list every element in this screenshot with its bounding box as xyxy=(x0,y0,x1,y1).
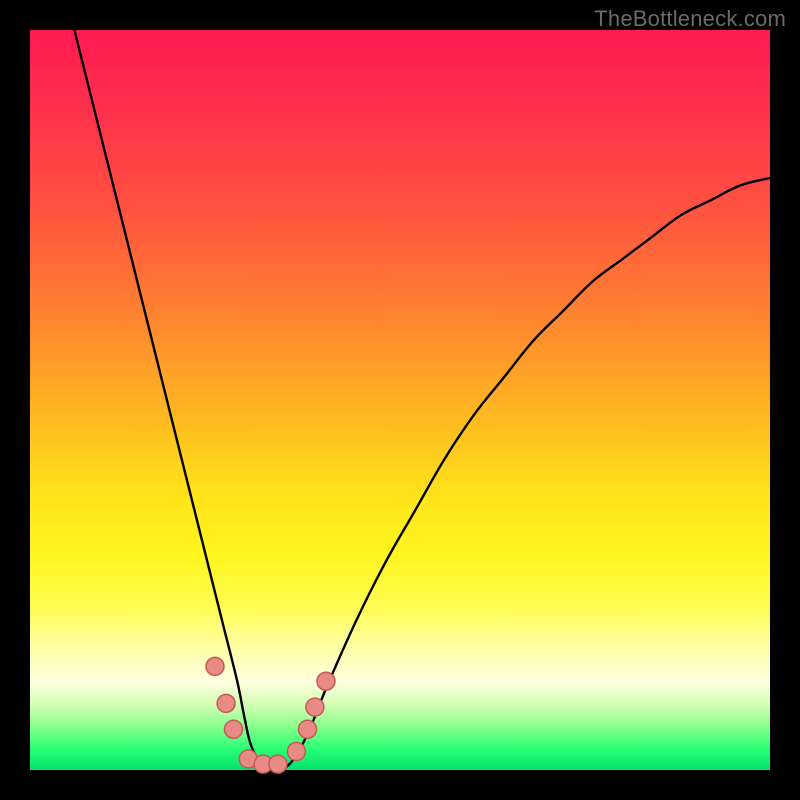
data-marker xyxy=(269,755,287,773)
bottleneck-curve xyxy=(74,30,770,773)
data-marker xyxy=(317,672,335,690)
watermark-label: TheBottleneck.com xyxy=(594,6,786,32)
curve-layer xyxy=(30,30,770,770)
data-marker xyxy=(217,694,235,712)
chart-frame: TheBottleneck.com xyxy=(0,0,800,800)
data-marker xyxy=(287,743,305,761)
data-markers xyxy=(206,657,335,773)
data-marker xyxy=(306,698,324,716)
data-marker xyxy=(299,720,317,738)
data-marker xyxy=(225,720,243,738)
data-marker xyxy=(206,657,224,675)
plot-area xyxy=(30,30,770,770)
